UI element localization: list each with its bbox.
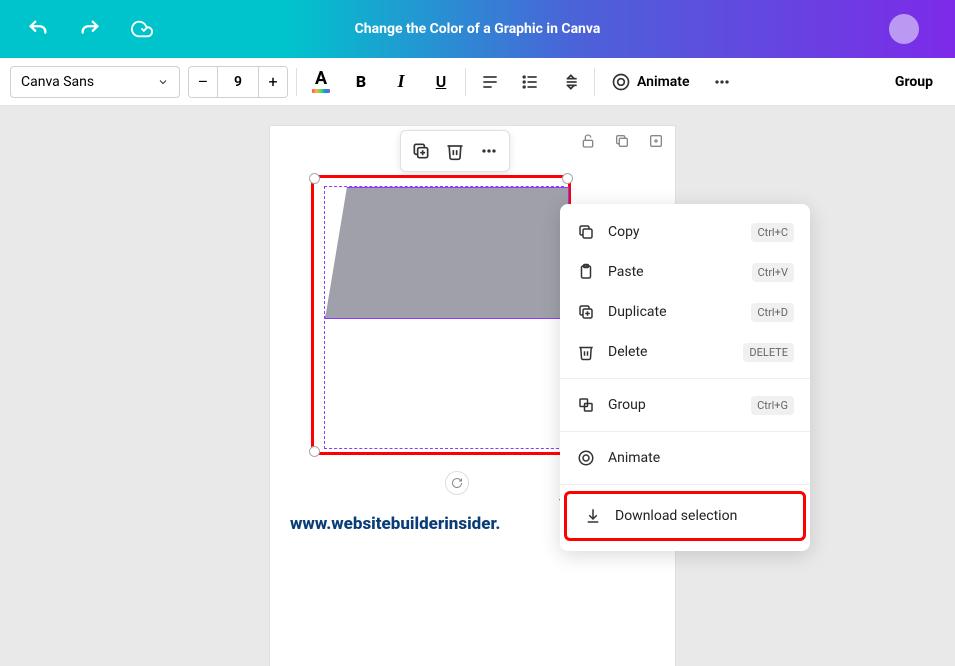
copy-icon — [576, 222, 596, 242]
decrease-size-button[interactable]: – — [189, 66, 217, 98]
menu-copy[interactable]: Copy Ctrl+C — [560, 212, 810, 252]
font-size-control: – 9 + — [188, 66, 288, 98]
sync-indicator[interactable] — [445, 471, 469, 495]
list-button[interactable] — [514, 66, 546, 98]
paste-icon — [576, 262, 596, 282]
italic-button[interactable]: I — [385, 66, 417, 98]
menu-animate-label: Animate — [608, 450, 794, 466]
menu-download[interactable]: Download selection — [567, 494, 803, 538]
menu-download-label: Download selection — [615, 508, 787, 524]
canvas-area[interactable]: www.websitebuilderinsider. Copy Ctrl+C P… — [0, 106, 955, 573]
delete-icon-button[interactable] — [439, 135, 471, 167]
font-size-value[interactable]: 9 — [217, 66, 259, 98]
color-indicator — [312, 89, 330, 93]
menu-copy-label: Copy — [608, 224, 739, 240]
underline-button[interactable]: U — [425, 66, 457, 98]
menu-divider — [560, 378, 810, 379]
more-icon-button[interactable] — [473, 135, 505, 167]
animate-button[interactable]: Animate — [603, 66, 698, 98]
animate-icon — [576, 448, 596, 468]
resize-handle-bl[interactable] — [309, 446, 320, 457]
menu-copy-shortcut: Ctrl+C — [751, 223, 794, 242]
increase-size-button[interactable]: + — [259, 66, 287, 98]
page-controls — [577, 130, 667, 152]
animate-icon — [611, 72, 631, 92]
menu-paste[interactable]: Paste Ctrl+V — [560, 252, 810, 292]
selected-group[interactable] — [324, 186, 564, 449]
laptop-base-graphic[interactable] — [325, 187, 569, 319]
cloud-sync-button[interactable] — [122, 9, 162, 49]
menu-delete[interactable]: Delete DELETE — [560, 332, 810, 372]
user-avatar[interactable] — [889, 14, 919, 44]
bold-button[interactable]: B — [345, 66, 377, 98]
menu-group-label: Group — [608, 397, 739, 413]
duplicate-page-icon[interactable] — [611, 130, 633, 152]
chevron-down-icon — [157, 76, 169, 88]
group-button[interactable]: Group — [883, 74, 945, 90]
lock-icon[interactable] — [577, 130, 599, 152]
menu-duplicate[interactable]: Duplicate Ctrl+D — [560, 292, 810, 332]
menu-duplicate-label: Duplicate — [608, 304, 739, 320]
menu-duplicate-shortcut: Ctrl+D — [751, 303, 794, 322]
menu-animate[interactable]: Animate — [560, 438, 810, 478]
menu-download-highlight: Download selection — [564, 491, 806, 541]
menu-divider — [560, 484, 810, 485]
menu-group[interactable]: Group Ctrl+G — [560, 385, 810, 425]
align-button[interactable] — [474, 66, 506, 98]
formatting-toolbar: Canva Sans – 9 + A B I U Animate Group — [0, 58, 955, 106]
download-icon — [583, 506, 603, 526]
toolbar-divider — [465, 68, 466, 96]
menu-paste-label: Paste — [608, 264, 740, 280]
undo-button[interactable] — [18, 9, 58, 49]
header-actions — [18, 9, 162, 49]
menu-group-shortcut: Ctrl+G — [751, 396, 794, 415]
menu-delete-shortcut: DELETE — [743, 343, 794, 362]
group-icon — [576, 395, 596, 415]
spacing-button[interactable] — [554, 66, 586, 98]
toolbar-divider — [594, 68, 595, 96]
context-menu: Copy Ctrl+C Paste Ctrl+V Duplicate Ctrl+… — [560, 204, 810, 551]
menu-delete-label: Delete — [608, 344, 731, 360]
app-header: Change the Color of a Graphic in Canva — [0, 0, 955, 58]
watermark-text: www.websitebuilderinsider. — [290, 514, 500, 534]
resize-handle-tr[interactable] — [562, 173, 573, 184]
trash-icon — [576, 342, 596, 362]
duplicate-icon — [576, 302, 596, 322]
toolbar-divider — [296, 68, 297, 96]
laptop-trackpad-graphic[interactable] — [440, 419, 490, 437]
redo-button[interactable] — [70, 9, 110, 49]
add-page-icon[interactable] — [645, 130, 667, 152]
more-button[interactable] — [706, 66, 738, 98]
selection-highlight — [311, 175, 571, 455]
menu-divider — [560, 431, 810, 432]
menu-paste-shortcut: Ctrl+V — [752, 263, 794, 282]
selection-toolbar — [400, 130, 510, 172]
duplicate-icon-button[interactable] — [405, 135, 437, 167]
text-color-button[interactable]: A — [305, 66, 337, 98]
document-title[interactable]: Change the Color of a Graphic in Canva — [355, 21, 601, 37]
font-family-selector[interactable]: Canva Sans — [10, 66, 180, 98]
resize-handle-tl[interactable] — [309, 173, 320, 184]
font-name: Canva Sans — [21, 74, 94, 90]
